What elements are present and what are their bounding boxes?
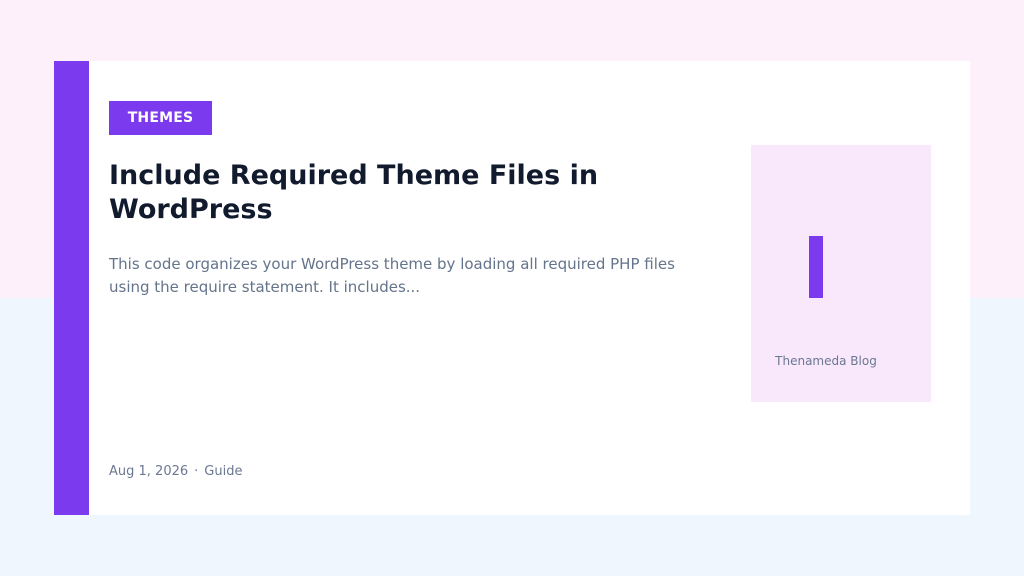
post-type: Guide — [204, 464, 243, 479]
post-meta: Aug 1, 2026 · Guide — [109, 463, 242, 481]
card-accent-bar — [54, 61, 89, 515]
thumbnail-site-label: Thenameda Blog — [775, 354, 877, 368]
category-badge[interactable]: THEMES — [109, 101, 212, 135]
post-card[interactable]: THEMES Include Required Theme Files in W… — [54, 61, 970, 515]
meta-separator: · — [194, 464, 199, 479]
thumbnail-bar-mark — [809, 236, 823, 298]
post-title[interactable]: Include Required Theme Files in WordPres… — [109, 159, 669, 227]
post-date: Aug 1, 2026 — [109, 464, 189, 479]
post-thumbnail[interactable]: Thenameda Blog — [751, 145, 931, 402]
post-excerpt: This code organizes your WordPress theme… — [109, 255, 675, 296]
